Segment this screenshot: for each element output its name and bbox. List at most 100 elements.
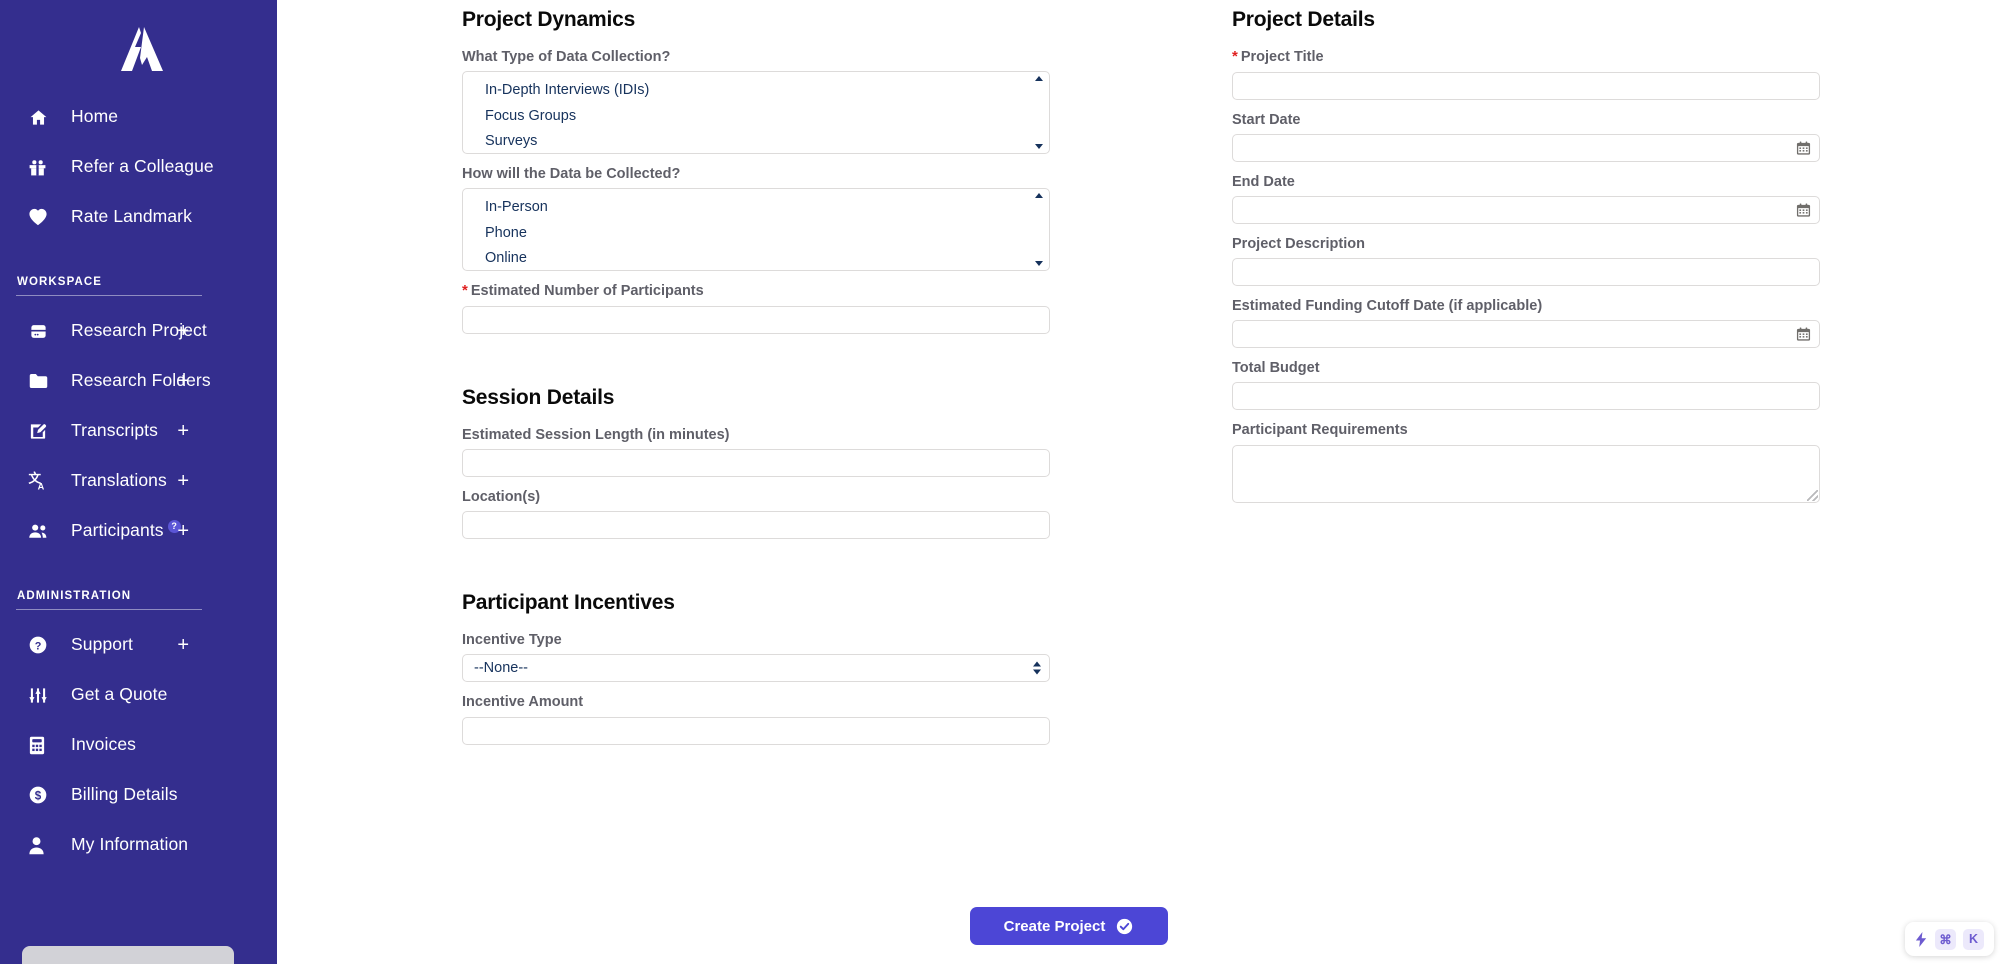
sidebar-item-invoices[interactable]: Invoices <box>0 720 277 770</box>
right-column: Project Details * Project Title Start Dat… <box>1137 8 1837 756</box>
field-label: Estimated Funding Cutoff Date (if applic… <box>1232 298 1543 315</box>
participant-requirements-textarea[interactable] <box>1232 444 1820 503</box>
end-date-input[interactable] <box>1232 196 1820 224</box>
field-label-text: Estimated Number of Participants <box>470 283 704 300</box>
list-item[interactable]: Online <box>463 246 1049 270</box>
multiselect-scrollbar[interactable] <box>1030 190 1048 269</box>
field-label: What Type of Data Collection? <box>462 49 671 65</box>
field-label: Location(s) <box>462 489 541 506</box>
session-length-input[interactable] <box>462 449 1050 478</box>
chevron-updown-icon[interactable] <box>1033 661 1041 675</box>
field-label: * Project Title <box>1232 48 1837 67</box>
section-title: WORKSPACE <box>17 276 103 288</box>
field-estimated-participants: * Estimated Number of Participants <box>462 282 1137 334</box>
field-label-text: Project Title <box>1240 49 1324 65</box>
total-budget-input[interactable] <box>1232 382 1820 411</box>
create-project-label: Create Project <box>1003 917 1106 935</box>
list-item[interactable]: Focus Groups <box>463 104 1049 129</box>
add-transcript-button[interactable]: + <box>177 421 189 441</box>
sidebar-item-refer-a-colleague[interactable]: Refer a Colleague <box>0 142 277 192</box>
selected-option: --None-- <box>474 660 528 677</box>
add-research-project-button[interactable]: + <box>177 321 189 341</box>
sidebar-item-rate-landmark[interactable]: Rate Landmark <box>0 192 277 242</box>
scroll-down-icon[interactable] <box>1035 144 1043 150</box>
estimated-participants-input[interactable] <box>462 306 1050 334</box>
incentive-amount-input[interactable] <box>462 716 1050 745</box>
sidebar-section-administration: ADMINISTRATION <box>0 590 277 610</box>
project-description-input[interactable] <box>1232 258 1820 287</box>
sidebar-item-label: Transcripts <box>71 420 158 441</box>
funding-cutoff-date-input[interactable] <box>1232 320 1820 349</box>
question-circle-icon: ? <box>28 634 58 656</box>
data-collection-method-multiselect[interactable]: In-Person Phone Online <box>462 188 1050 272</box>
list-item[interactable]: Surveys <box>463 129 1049 153</box>
field-label: How will the Data be Collected? <box>462 166 681 183</box>
sidebar-item-support[interactable]: ? Support + <box>0 620 277 670</box>
sidebar-item-label: Support <box>71 634 133 655</box>
field-label: Start Date <box>1232 111 1301 128</box>
sidebar-item-label: Refer a Colleague <box>71 156 214 177</box>
add-translation-button[interactable]: + <box>177 471 189 491</box>
project-dynamics-title: Project Dynamics <box>462 8 636 31</box>
data-collection-type-multiselect[interactable]: In-Depth Interviews (IDIs) Focus Groups … <box>462 71 1050 155</box>
field-session-length: Estimated Session Length (in minutes) <box>462 426 1137 478</box>
sidebar-item-home[interactable]: Home <box>0 92 277 142</box>
calendar-icon[interactable] <box>1796 140 1811 155</box>
scroll-up-icon[interactable] <box>1035 193 1043 199</box>
sidebar-item-my-information[interactable]: My Information <box>0 820 277 870</box>
required-marker: * <box>1232 48 1238 65</box>
participant-incentives-title: Participant Incentives <box>462 591 675 615</box>
scroll-up-icon[interactable] <box>1035 76 1043 82</box>
key-k[interactable]: K <box>1963 928 1984 950</box>
check-circle-icon <box>1116 918 1133 935</box>
field-participant-requirements: Participant Requirements <box>1232 421 1837 503</box>
session-details-title: Session Details <box>462 386 615 409</box>
main-content: Project Dynamics What Type of Data Colle… <box>277 0 2000 964</box>
start-date-input[interactable] <box>1232 133 1820 162</box>
field-project-description: Project Description <box>1232 235 1837 287</box>
sidebar-item-transcripts[interactable]: Transcripts + <box>0 406 277 456</box>
field-project-title: * Project Title <box>1232 48 1837 100</box>
add-participant-button[interactable]: + <box>177 521 189 541</box>
sidebar-item-research-project[interactable]: Research Project + <box>0 306 277 356</box>
create-project-button[interactable]: Create Project <box>969 907 1168 945</box>
lightning-bolt-icon[interactable] <box>1915 931 1928 947</box>
add-research-folder-button[interactable]: + <box>177 371 189 391</box>
sidebar-item-get-a-quote[interactable]: Get a Quote <box>0 670 277 720</box>
sidebar-item-translations[interactable]: 文 A Translations + <box>0 456 277 506</box>
sidebar-item-billing-details[interactable]: $ Billing Details <box>0 770 277 820</box>
sidebar: Home Refer a Colleague Rate Landmark WOR… <box>0 0 277 964</box>
command-palette-hint[interactable]: ⌘ K <box>1905 922 1994 956</box>
field-incentive-type: Incentive Type --None-- <box>462 631 1137 683</box>
people-icon <box>28 520 58 542</box>
field-end-date: End Date <box>1232 173 1837 224</box>
add-support-case-button[interactable]: + <box>177 635 189 655</box>
app-logo[interactable] <box>0 0 277 92</box>
list-item[interactable]: In-Person <box>463 195 1049 220</box>
field-label: Total Budget <box>1232 360 1320 377</box>
multiselect-scrollbar[interactable] <box>1030 73 1048 152</box>
project-title-input[interactable] <box>1232 71 1820 100</box>
sidebar-item-label: Rate Landmark <box>71 206 192 227</box>
field-label: End Date <box>1232 173 1295 190</box>
sidebar-item-participants[interactable]: Participants? + <box>0 506 277 556</box>
person-icon <box>28 834 58 856</box>
left-column: Project Dynamics What Type of Data Colle… <box>277 8 1137 756</box>
list-item[interactable]: In-Depth Interviews (IDIs) <box>463 78 1049 103</box>
section-title: ADMINISTRATION <box>17 590 132 602</box>
calendar-icon[interactable] <box>1796 203 1811 218</box>
incentive-type-select[interactable]: --None-- <box>462 654 1050 683</box>
scroll-down-icon[interactable] <box>1035 261 1043 267</box>
sidebar-item-research-folders[interactable]: Research Folders + <box>0 356 277 406</box>
sidebar-section-workspace: WORKSPACE <box>0 276 277 296</box>
calendar-icon[interactable] <box>1796 327 1811 342</box>
sidebar-item-label: My Information <box>71 834 189 855</box>
server-icon <box>28 320 58 342</box>
field-locations: Location(s) <box>462 488 1137 540</box>
resize-grip-icon[interactable] <box>1807 489 1818 501</box>
key-command[interactable]: ⌘ <box>1935 928 1956 950</box>
field-data-collection-type: What Type of Data Collection? In-Depth I… <box>462 48 1137 155</box>
field-funding-cutoff-date: Estimated Funding Cutoff Date (if applic… <box>1232 297 1837 349</box>
list-item[interactable]: Phone <box>463 221 1049 246</box>
locations-input[interactable] <box>462 511 1050 540</box>
